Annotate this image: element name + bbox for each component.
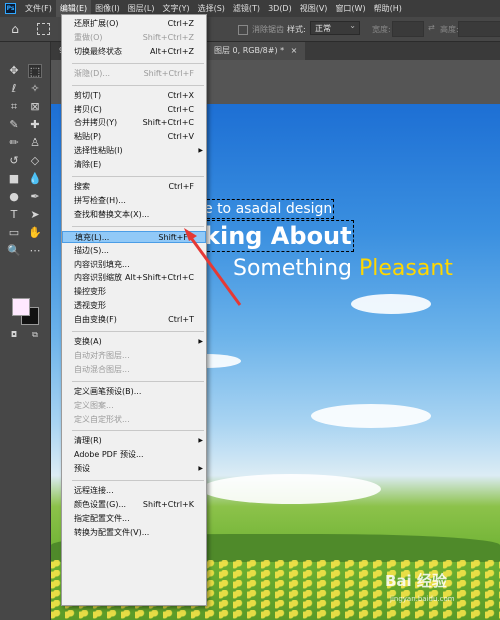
annotation-arrow-svg — [184, 228, 242, 306]
annotation-arrow-head — [184, 228, 197, 241]
annotation-arrow-line — [187, 234, 242, 306]
